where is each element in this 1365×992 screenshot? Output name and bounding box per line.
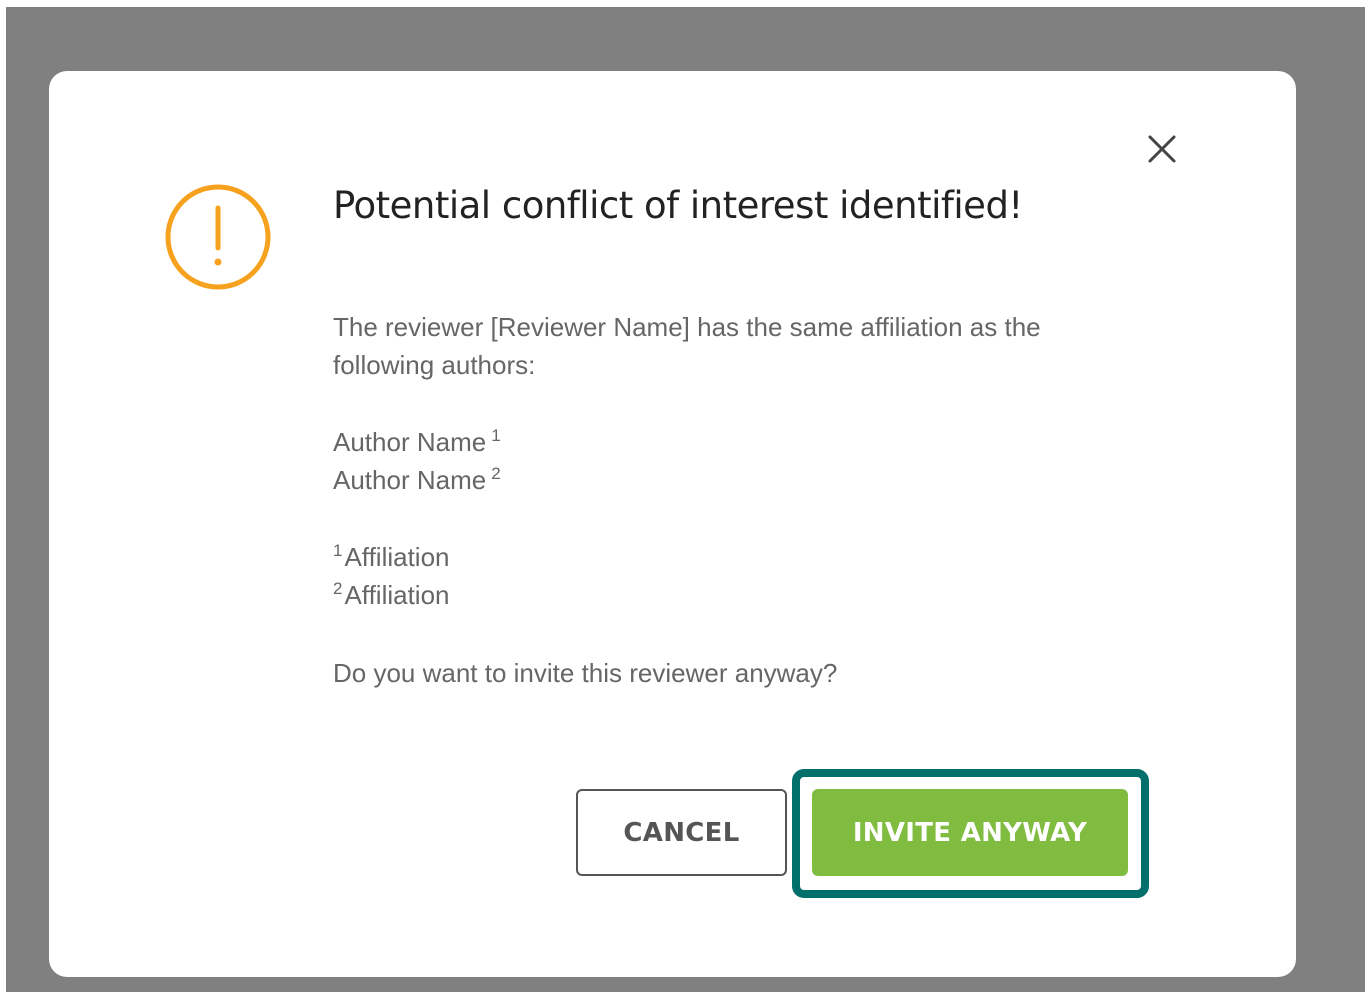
affiliation-ref: 1 [333, 541, 343, 560]
confirm-question: Do you want to invite this reviewer anyw… [333, 658, 838, 688]
author-ref: 1 [491, 426, 501, 445]
author-item: Author Name 2 [333, 461, 501, 499]
author-name: Author Name [333, 465, 487, 495]
exclamation-circle-icon [165, 184, 271, 290]
close-button[interactable] [1144, 131, 1180, 167]
author-list: Author Name 1 Author Name 2 [333, 423, 501, 499]
dialog-title: Potential conflict of interest identifie… [333, 184, 1023, 227]
close-icon [1148, 135, 1176, 163]
affiliation-item: 2Affiliation [333, 576, 450, 614]
conflict-of-interest-dialog: Potential conflict of interest identifie… [49, 71, 1296, 977]
dialog-message: The reviewer [Reviewer Name] has the sam… [333, 312, 1041, 380]
author-item: Author Name 1 [333, 423, 501, 461]
affiliation-ref: 2 [333, 579, 343, 598]
affiliation-item: 1Affiliation [333, 538, 450, 576]
affiliation-name: Affiliation [344, 580, 450, 610]
author-name: Author Name [333, 427, 487, 457]
affiliation-name: Affiliation [344, 542, 450, 572]
invite-anyway-button[interactable]: INVITE ANYWAY [812, 789, 1128, 876]
author-ref: 2 [491, 464, 501, 483]
cancel-button[interactable]: CANCEL [576, 789, 787, 876]
affiliation-list: 1Affiliation 2Affiliation [333, 538, 450, 614]
